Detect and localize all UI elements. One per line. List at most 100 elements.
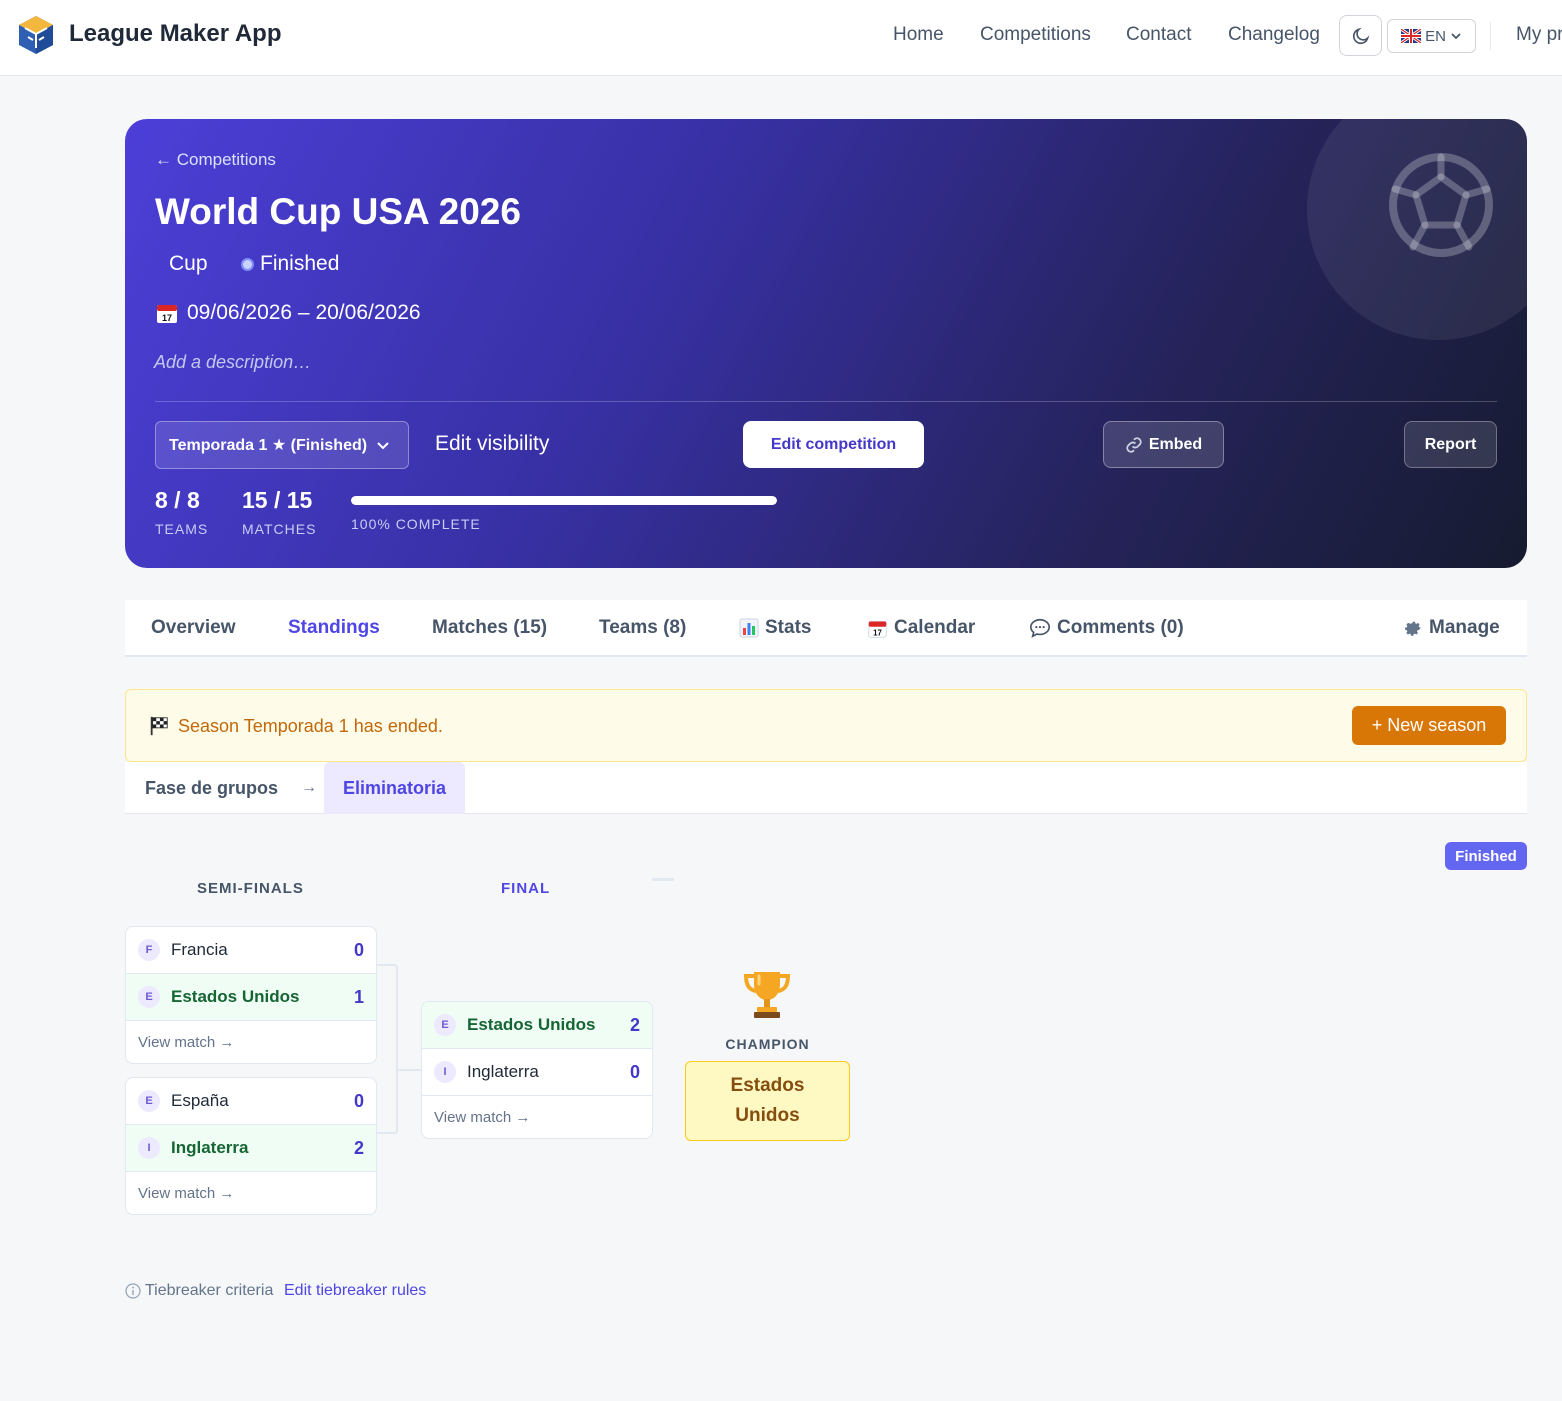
champion-label: CHAMPION — [725, 1036, 810, 1052]
progress-label: 100% COMPLETE — [351, 516, 481, 532]
team-avatar: F — [138, 939, 160, 961]
calendar-icon: 17 — [157, 305, 177, 323]
champion-team: Estados Unidos — [685, 1061, 850, 1141]
team-score: 0 — [353, 939, 364, 960]
team-name: Estados Unidos — [171, 987, 300, 1006]
soccer-ball-icon — [1389, 153, 1493, 257]
theme-toggle-button[interactable] — [1339, 15, 1382, 56]
chevron-down-icon — [1451, 33, 1461, 40]
view-match-link[interactable]: View match → — [126, 1021, 376, 1063]
team-name: España — [171, 1091, 229, 1110]
competition-tabs: Overview Standings Matches (15) Teams (8… — [125, 600, 1527, 657]
round-divider — [652, 878, 674, 881]
team-avatar: I — [138, 1137, 160, 1159]
team-row-winner[interactable]: I Inglaterra 2 — [126, 1125, 376, 1172]
nav-divider — [1490, 22, 1491, 50]
view-match-link[interactable]: View match → — [422, 1096, 652, 1138]
status-label: Finished — [260, 252, 340, 275]
tab-overview[interactable]: Overview — [151, 617, 236, 639]
phase-knockout[interactable]: Eliminatoria — [324, 762, 465, 814]
info-icon — [125, 1283, 141, 1299]
speech-bubble-icon — [1030, 618, 1050, 638]
team-name: Inglaterra — [467, 1062, 539, 1081]
team-row[interactable]: I Inglaterra 0 — [422, 1049, 652, 1096]
tab-matches[interactable]: Matches (15) — [432, 617, 547, 639]
season-select[interactable]: Temporada 1 ★ (Finished) — [155, 421, 409, 469]
season-select-value: Temporada 1 ★ (Finished) — [169, 437, 368, 454]
chevron-down-icon — [377, 442, 389, 450]
uk-flag-icon — [1401, 29, 1422, 43]
nav-contact[interactable]: Contact — [1126, 24, 1191, 46]
gear-icon — [1405, 621, 1421, 636]
bracket-connector-line — [398, 1069, 422, 1071]
phase-arrow: → — [301, 779, 317, 796]
team-row-winner[interactable]: E Estados Unidos 1 — [126, 974, 376, 1021]
alert-text: Season Temporada 1 has ended. — [178, 715, 443, 736]
tab-label: Calendar — [894, 617, 976, 638]
calendar-icon: 17 — [868, 620, 887, 638]
view-match-link[interactable]: View match → — [126, 1172, 376, 1214]
team-avatar: I — [434, 1061, 456, 1083]
tab-label: Matches (15) — [432, 617, 548, 638]
competition-title: World Cup USA 2026 — [155, 191, 521, 232]
hero-divider — [155, 401, 1497, 402]
tab-stats[interactable]: Stats — [739, 617, 811, 639]
matches-count: 15 / 15 — [242, 487, 313, 513]
embed-button[interactable]: Embed — [1103, 421, 1224, 468]
team-score: 0 — [629, 1061, 640, 1082]
date-range: 09/06/2026 – 20/06/2026 — [187, 301, 421, 324]
edit-competition-button[interactable]: Edit competition — [743, 421, 924, 468]
phase-group-stage[interactable]: Fase de grupos — [145, 778, 278, 799]
season-ended-alert: Season Temporada 1 has ended. + New seas… — [125, 689, 1527, 762]
team-score: 1 — [353, 986, 364, 1007]
team-name: Inglaterra — [171, 1138, 249, 1157]
competition-dates: 17 09/06/2026 – 20/06/2026 — [155, 301, 421, 325]
team-avatar: E — [138, 1090, 160, 1112]
progress-fill — [351, 496, 777, 505]
team-score: 2 — [629, 1014, 640, 1035]
nav-competitions[interactable]: Competitions — [980, 24, 1091, 46]
tab-teams[interactable]: Teams (8) — [599, 617, 686, 639]
moon-icon — [1352, 27, 1369, 44]
phase-tabs: Fase de grupos → Eliminatoria — [125, 762, 1527, 814]
nav-home[interactable]: Home — [893, 24, 944, 46]
report-button[interactable]: Report — [1404, 421, 1497, 468]
team-row[interactable]: E España 0 — [126, 1078, 376, 1125]
alert-message: Season Temporada 1 has ended. — [148, 715, 443, 737]
competition-status: Finished — [241, 252, 339, 276]
top-navigation: League Maker App Home Competitions Conta… — [0, 0, 1562, 76]
team-score: 0 — [353, 1090, 364, 1111]
app-title[interactable]: League Maker App — [69, 20, 282, 48]
language-select[interactable]: EN — [1387, 19, 1476, 53]
back-to-competitions-link[interactable]: ← Competitions — [155, 150, 276, 170]
language-code: EN — [1425, 27, 1446, 45]
final-title: FINAL — [501, 880, 551, 897]
checkered-flag-icon — [150, 716, 168, 736]
tab-calendar[interactable]: 17 Calendar — [867, 617, 975, 639]
new-season-button[interactable]: + New season — [1352, 706, 1506, 745]
teams-label: TEAMS — [155, 521, 209, 537]
team-avatar: E — [138, 986, 160, 1008]
team-row[interactable]: F Francia 0 — [126, 927, 376, 974]
tab-manage[interactable]: Manage — [1403, 617, 1500, 639]
app-logo-icon[interactable] — [14, 13, 58, 57]
embed-label: Embed — [1148, 435, 1203, 453]
nav-my-profile[interactable]: My pr — [1516, 24, 1562, 46]
nav-changelog[interactable]: Changelog — [1228, 24, 1320, 46]
semifinal-match-2: E España 0 I Inglaterra 2 View match → — [125, 1077, 377, 1215]
tab-label: Teams (8) — [599, 617, 687, 638]
status-dot-icon — [241, 257, 254, 271]
progress-bar — [351, 496, 777, 505]
description-placeholder[interactable]: Add a description… — [154, 352, 311, 373]
edit-visibility-button[interactable]: Edit visibility — [435, 432, 549, 456]
team-name: Estados Unidos — [467, 1015, 596, 1034]
tab-label: Standings — [288, 617, 380, 638]
tab-standings[interactable]: Standings — [288, 617, 380, 639]
teams-count: 8 / 8 — [155, 487, 200, 513]
edit-tiebreaker-link[interactable]: Edit tiebreaker rules — [284, 1282, 426, 1300]
tab-label: Comments (0) — [1057, 617, 1184, 638]
semifinals-title: SEMI-FINALS — [197, 880, 304, 897]
team-row-winner[interactable]: E Estados Unidos 2 — [422, 1002, 652, 1049]
tab-comments[interactable]: Comments (0) — [1029, 617, 1184, 639]
trophy-icon — [743, 972, 791, 1018]
